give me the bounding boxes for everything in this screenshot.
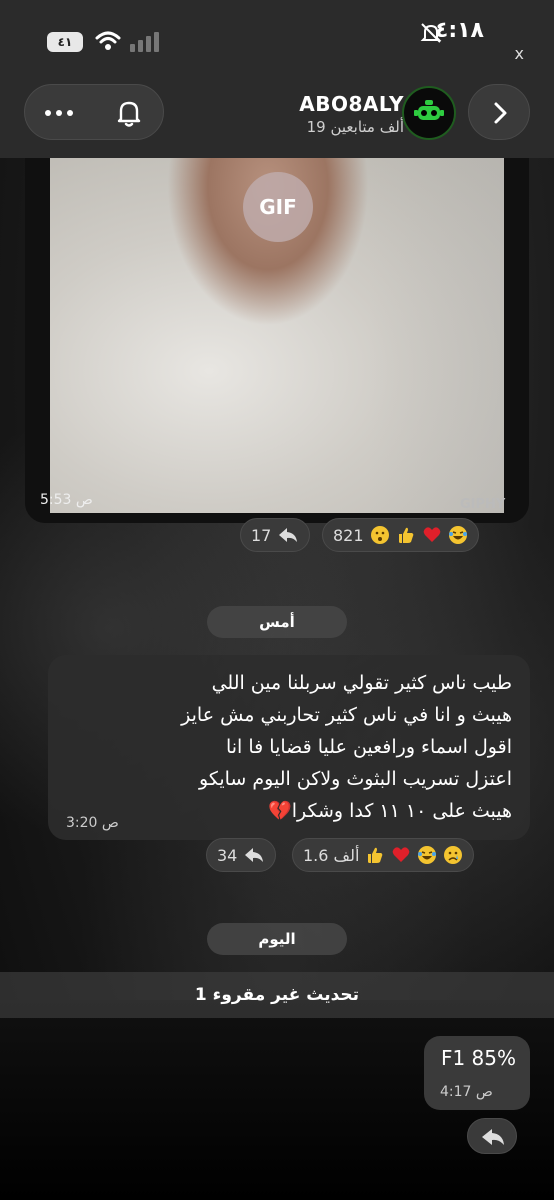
text-message[interactable]: طيب ناس كثير تقولي سربلنا مين اللي هيبث … [48,655,530,840]
last-message-time: 4:17 ص [440,1084,493,1100]
laughing-emoji-icon [418,846,437,864]
wow-emoji-icon [370,526,389,544]
last-message[interactable]: F1 85% 4:17 ص [424,1036,530,1110]
reaction-count: 821 [333,525,364,545]
header-actions [24,84,164,140]
more-options-icon[interactable] [39,99,79,127]
gif-badge[interactable]: GIF [243,172,313,242]
close-icon[interactable]: x [515,44,524,63]
thumbs-up-emoji-icon [398,527,413,543]
gif-message-time: 5:53 ص [40,492,93,508]
gif-forwards[interactable]: 17 [240,518,311,552]
message-body: طيب ناس كثير تقولي سربلنا مين اللي هيبث … [52,667,512,827]
channel-avatar[interactable] [402,86,456,140]
heart-emoji-icon [423,527,440,542]
chevron-right-icon [494,102,507,124]
forward-icon [482,1129,504,1145]
channel-name[interactable]: ABO8ALY [299,92,404,116]
date-chip-yesterday: أمس [207,606,347,638]
reaction-count: 1.6 ألف [303,845,360,865]
message-line: هيبث و انا في ناس كثير تحاربني مش عايز [181,704,512,726]
status-bar: ٤١ ٤:١٨ x [0,0,554,80]
status-time: ٤:١٨ [434,18,484,43]
channel-header: ABO8ALY 19 ألف متابعين [0,80,554,158]
last-message-text: F1 85% [440,1046,516,1070]
thumbs-up-emoji-icon [368,847,383,863]
avatar-logo-icon [414,100,444,120]
giphy-watermark: GIPHY [460,497,506,512]
message-forwards[interactable]: 34 [206,838,277,872]
gif-reactions[interactable]: 821 [322,518,479,552]
bell-icon[interactable] [113,97,145,129]
battery-icon: ٤١ [47,32,83,52]
date-chip-today: اليوم [207,923,347,955]
forward-count: 34 [217,845,238,865]
message-line: هيبث على ١٠ ١١ كدا وشكرا💔 [268,800,512,822]
laughing-emoji-icon [448,526,467,544]
back-button[interactable] [468,84,530,140]
forward-button[interactable] [467,1118,517,1154]
signal-icon [130,32,159,52]
follower-count: 19 ألف متابعين [306,118,404,136]
message-line: اقول اسماء ورافعين عليا قضايا فا انا [225,736,512,758]
message-reactions[interactable]: 1.6 ألف [292,838,475,872]
message-line: طيب ناس كثير تقولي سربلنا مين اللي [211,672,512,694]
wifi-icon [95,31,121,50]
message-time: 3:20 ص [66,815,119,831]
forward-icon [245,848,264,862]
heart-emoji-icon [393,847,410,862]
forward-icon [279,528,298,542]
forward-count: 17 [251,525,272,545]
crying-emoji-icon [444,846,463,864]
message-line: اعتزل تسريب البثوث ولاكن اليوم سايكو [199,768,512,790]
unread-divider: 1 تحديث غير مقروء [0,972,554,1018]
